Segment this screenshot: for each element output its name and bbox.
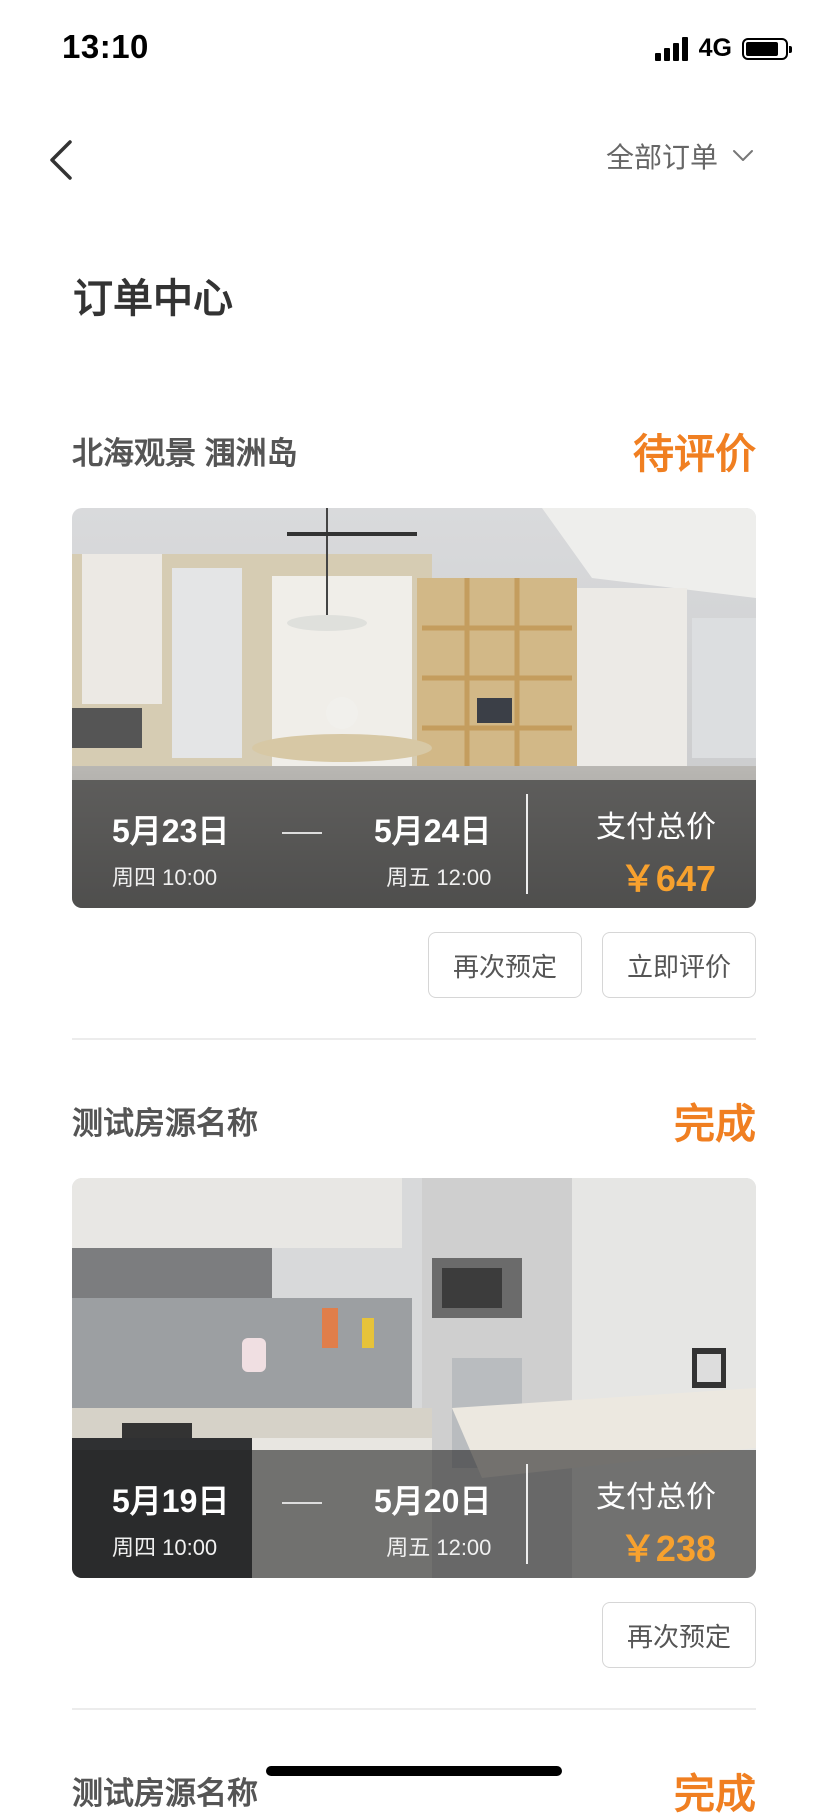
- summary-divider: [526, 794, 528, 894]
- date-separator: [282, 1502, 322, 1504]
- filter-label: 全部订单: [605, 142, 718, 173]
- order-divider: [72, 1038, 756, 1040]
- checkout-block: 5月24日 周五 12:00: [374, 806, 491, 892]
- checkout-time: 周五 12:00: [386, 1535, 492, 1560]
- checkout-date: 5月20日: [374, 1483, 492, 1519]
- order-card[interactable]: 北海观景 涠洲岛 待评价 5月23日 周四 10:00 5月24日 周五 12:…: [72, 420, 756, 1040]
- order-actions: 再次预定: [72, 1602, 756, 1668]
- total-label: 支付总价: [596, 1481, 716, 1514]
- back-button[interactable]: [42, 136, 82, 184]
- checkin-block: 5月23日 周四 10:00: [112, 806, 229, 892]
- property-name: 测试房源名称: [72, 1105, 258, 1141]
- status-bar: 13:10 4G: [0, 0, 828, 100]
- order-header: 测试房源名称 完成: [72, 1090, 756, 1150]
- battery-icon: [742, 37, 792, 60]
- status-indicators: 4G: [654, 34, 792, 63]
- checkin-date: 5月19日: [112, 1483, 230, 1519]
- chevron-down-icon: [733, 150, 753, 161]
- order-divider: [72, 1708, 756, 1710]
- booking-summary: 5月23日 周四 10:00 5月24日 周五 12:00 支付总价 ￥647: [72, 780, 756, 908]
- chevron-left-icon: [50, 140, 72, 180]
- page-title: 订单中心: [73, 277, 233, 321]
- order-status: 完成: [674, 1771, 756, 1817]
- property-photo[interactable]: 5月19日 周四 10:00 5月20日 周五 12:00 支付总价 ￥238: [72, 1178, 756, 1578]
- property-name: 测试房源名称: [72, 1775, 258, 1811]
- order-status: 待评价: [633, 431, 756, 477]
- rebook-button[interactable]: 再次预定: [428, 932, 582, 998]
- checkin-time: 周四 10:00: [112, 865, 218, 890]
- signal-icon: [654, 36, 689, 61]
- booking-summary: 5月19日 周四 10:00 5月20日 周五 12:00 支付总价 ￥238: [72, 1450, 756, 1578]
- checkout-time: 周五 12:00: [386, 865, 492, 890]
- checkin-time: 周四 10:00: [112, 1535, 218, 1560]
- summary-divider: [526, 1464, 528, 1564]
- order-filter-dropdown[interactable]: 全部订单: [606, 136, 754, 176]
- order-status: 完成: [674, 1101, 756, 1147]
- review-button[interactable]: 立即评价: [602, 932, 756, 998]
- checkout-date: 5月24日: [374, 813, 492, 849]
- total-amount: ￥238: [619, 1528, 716, 1569]
- checkin-block: 5月19日 周四 10:00: [112, 1476, 229, 1562]
- status-time: 13:10: [62, 28, 149, 65]
- order-list: 北海观景 涠洲岛 待评价 5月23日 周四 10:00 5月24日 周五 12:…: [72, 420, 756, 1820]
- order-actions: 再次预定 立即评价: [72, 932, 756, 998]
- total-label: 支付总价: [596, 811, 716, 844]
- network-label: 4G: [698, 34, 732, 62]
- checkout-block: 5月20日 周五 12:00: [374, 1476, 491, 1562]
- date-separator: [282, 832, 322, 834]
- rebook-button[interactable]: 再次预定: [602, 1602, 756, 1668]
- order-header: 北海观景 涠洲岛 待评价: [72, 420, 756, 480]
- home-indicator[interactable]: [266, 1766, 562, 1776]
- property-name: 北海观景 涠洲岛: [72, 435, 298, 471]
- property-photo[interactable]: 5月23日 周四 10:00 5月24日 周五 12:00 支付总价 ￥647: [72, 508, 756, 908]
- checkin-date: 5月23日: [112, 813, 230, 849]
- total-amount: ￥647: [619, 858, 716, 899]
- order-card[interactable]: 测试房源名称 完成: [72, 1090, 756, 1710]
